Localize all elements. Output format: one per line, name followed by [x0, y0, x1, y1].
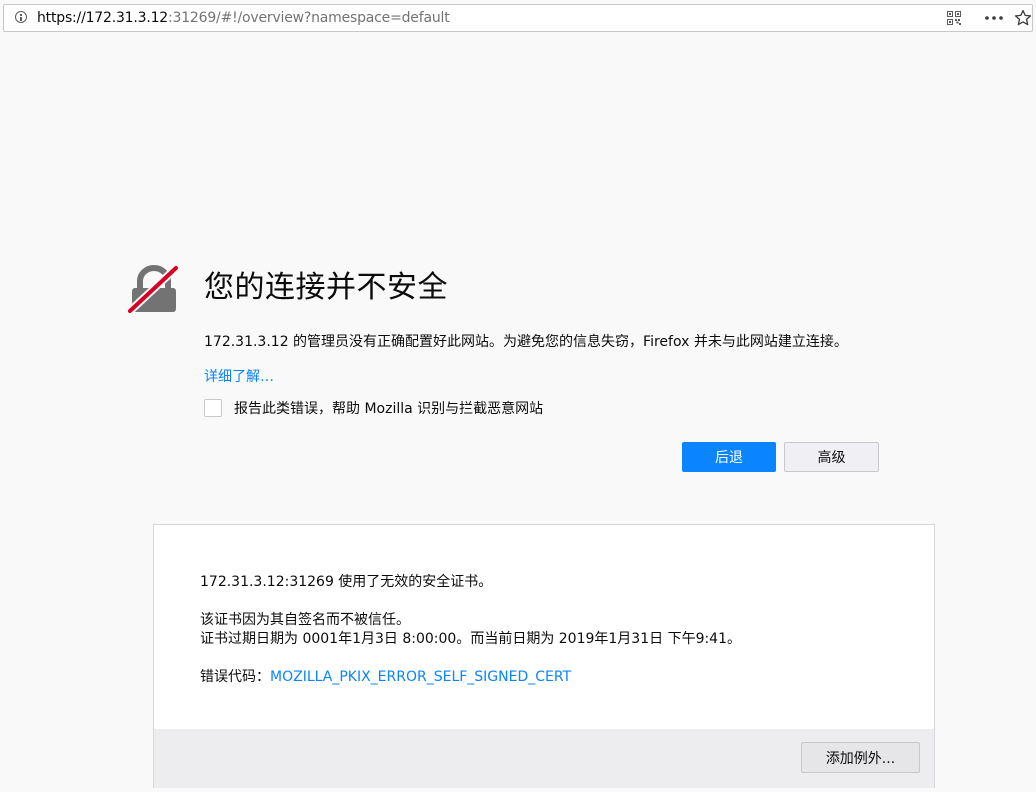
error-description: 172.31.3.12 的管理员没有正确配置好此网站。为避免您的信息失窃，Fir…	[204, 334, 848, 350]
go-back-button[interactable]: 后退	[682, 442, 776, 472]
bookmark-star-icon[interactable]	[1014, 9, 1032, 27]
add-exception-button[interactable]: 添加例外...	[801, 742, 920, 773]
error-code-label: 错误代码：	[200, 669, 270, 685]
error-code-link[interactable]: MOZILLA_PKIX_ERROR_SELF_SIGNED_CERT	[270, 669, 571, 685]
qr-code-icon[interactable]	[947, 11, 961, 25]
url-path: :31269/#!/overview?namespace=default	[168, 10, 450, 26]
error-code-row: 错误代码：MOZILLA_PKIX_ERROR_SELF_SIGNED_CERT	[200, 666, 571, 686]
self-signed-text: 该证书因为其自签名而不被信任。	[200, 612, 410, 628]
broken-lock-icon	[128, 265, 179, 314]
invalid-cert-text: 172.31.3.12:31269 使用了无效的安全证书。	[200, 574, 493, 590]
url-bar[interactable]: https://172.31.3.12:31269/#!/overview?na…	[3, 4, 1033, 32]
info-icon[interactable]	[15, 11, 27, 23]
report-label: 报告此类错误，帮助 Mozilla 识别与拦截恶意网站	[234, 401, 544, 417]
error-title: 您的连接并不安全	[204, 270, 448, 305]
url-text[interactable]: https://172.31.3.12:31269/#!/overview?na…	[37, 10, 450, 26]
more-menu-icon[interactable]	[985, 16, 1003, 20]
advanced-panel: 172.31.3.12:31269 使用了无效的安全证书。 该证书因为其自签名而…	[153, 524, 935, 788]
expiry-text: 证书过期日期为 0001年1月3日 8:00:00。而当前日期为 2019年1月…	[200, 631, 742, 647]
url-host: https://172.31.3.12	[37, 10, 168, 26]
advanced-button[interactable]: 高级	[784, 442, 879, 472]
panel-footer: 添加例外...	[154, 729, 934, 788]
learn-more-link[interactable]: 详细了解…	[204, 366, 274, 386]
report-checkbox[interactable]	[204, 399, 222, 417]
